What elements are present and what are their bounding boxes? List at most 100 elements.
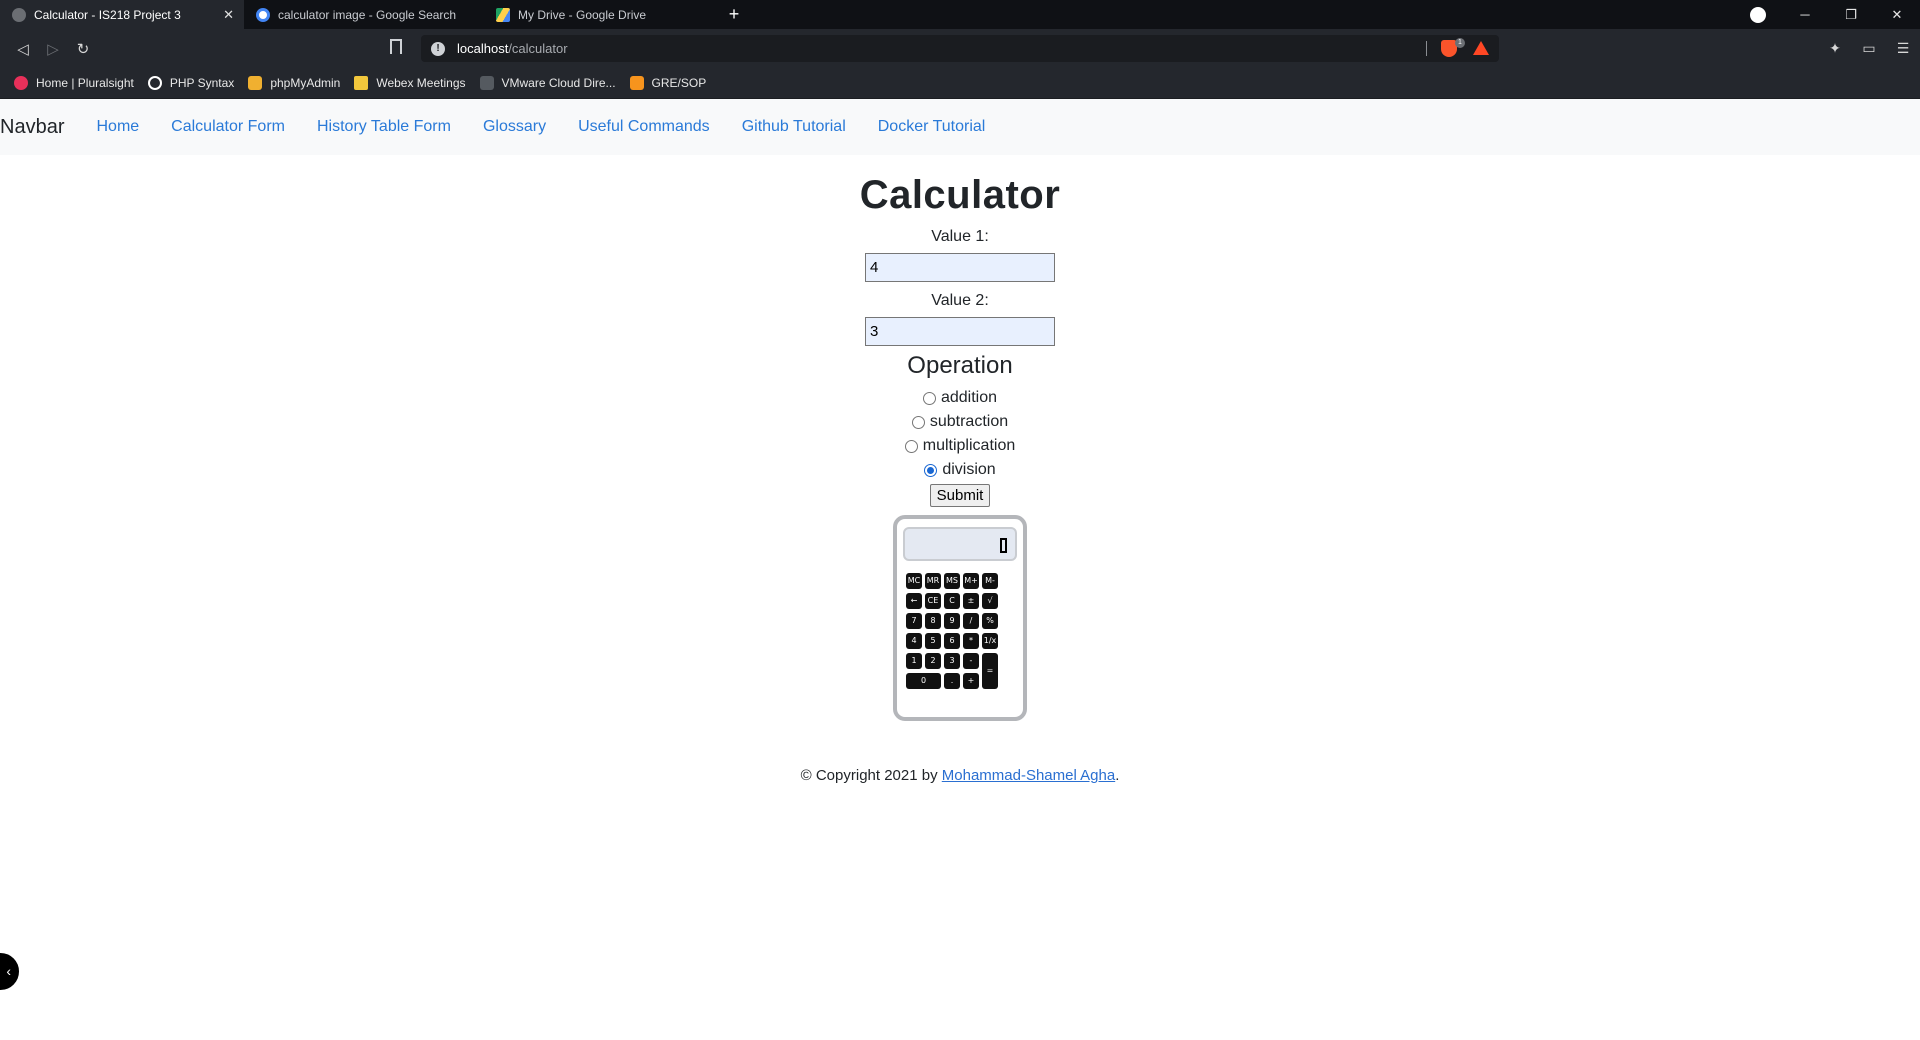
bookmark-label: VMware Cloud Dire...	[501, 76, 616, 90]
calculator-key: 4	[906, 633, 922, 649]
calculator-key: ±	[963, 593, 979, 609]
tab-calculator[interactable]: Calculator - IS218 Project 3 ✕	[0, 0, 244, 29]
calculator-key: MC	[906, 573, 922, 589]
nav-github-tutorial[interactable]: Github Tutorial	[726, 118, 862, 136]
calculator-key: 9	[944, 613, 960, 629]
shields-count-badge: 1	[1455, 38, 1465, 48]
footer: © Copyright 2021 by Mohammad-Shamel Agha…	[0, 767, 1920, 784]
calculator-key: MS	[944, 573, 960, 589]
bookmark-label: GRE/SOP	[651, 76, 707, 90]
extensions-icon[interactable]: ✦	[1818, 40, 1852, 57]
new-tab-button[interactable]: +	[720, 0, 748, 29]
radio-label: division	[942, 461, 996, 478]
copyright-text: © Copyright 2021 by	[800, 767, 942, 784]
nav-glossary[interactable]: Glossary	[467, 118, 562, 136]
tab-google-drive[interactable]: My Drive - Google Drive	[484, 0, 720, 29]
bookmark-label: Webex Meetings	[376, 76, 466, 90]
calculator-key: 2	[925, 653, 941, 669]
divider	[1426, 41, 1427, 56]
calculator-display	[903, 527, 1017, 561]
value2-input[interactable]	[865, 317, 1055, 346]
floating-chevron-button[interactable]: ‹	[0, 951, 21, 992]
calculator-key: +	[963, 673, 979, 689]
url-path: /calculator	[508, 41, 568, 56]
bookmark-site-icon	[629, 76, 644, 90]
back-icon[interactable]: ◁	[8, 40, 38, 58]
radio-button[interactable]	[904, 439, 918, 453]
site-navbar: Navbar Home Calculator Form History Tabl…	[0, 99, 1920, 155]
main-content: Calculator Value 1: Value 2: Operation a…	[0, 173, 1920, 784]
calculator-key: MR	[925, 573, 941, 589]
radio-addition[interactable]: addition	[0, 386, 1920, 410]
restore-icon[interactable]: ❐	[1828, 7, 1874, 23]
folder-icon	[354, 76, 369, 90]
calculator-key: 5	[925, 633, 941, 649]
radio-division[interactable]: division	[0, 458, 1920, 482]
minimize-icon[interactable]: ─	[1782, 7, 1828, 22]
calculator-key: -	[963, 653, 979, 669]
calculator-key: 3	[944, 653, 960, 669]
bookmark-gre-sop[interactable]: GRE/SOP	[629, 76, 707, 90]
calculator-key: =	[982, 653, 998, 689]
reload-icon[interactable]: ↻	[68, 40, 98, 58]
submit-button[interactable]: Submit	[929, 484, 991, 507]
bookmark-icon[interactable]	[390, 39, 402, 54]
site-info-icon[interactable]: !	[431, 41, 445, 56]
tab-title: calculator image - Google Search	[278, 7, 457, 22]
calculator-key: ←	[906, 593, 922, 609]
bookmark-php-syntax[interactable]: PHP Syntax	[147, 76, 235, 90]
author-link[interactable]: Mohammad-Shamel Agha	[942, 767, 1115, 784]
toolbar-right: ✦ ▭ ☰	[1818, 29, 1920, 68]
pluralsight-icon	[14, 76, 28, 90]
nav-useful-commands[interactable]: Useful Commands	[562, 118, 726, 136]
nav-docker-tutorial[interactable]: Docker Tutorial	[862, 118, 1002, 136]
calculator-key: M-	[982, 573, 998, 589]
menu-icon[interactable]: ☰	[1886, 40, 1920, 57]
bookmark-pluralsight[interactable]: Home | Pluralsight	[14, 76, 134, 90]
radio-button[interactable]	[922, 391, 936, 405]
calculator-image: MC MR MS M+ M- ← CE C ± √ 7 8 9/% 4 5 6 * 1/x 1 2 3- = 0. +	[893, 515, 1027, 721]
value1-input[interactable]	[865, 253, 1055, 282]
display-cursor	[1000, 538, 1007, 553]
tab-google-search[interactable]: calculator image - Google Search	[244, 0, 484, 29]
browser-tab-bar: Calculator - IS218 Project 3 ✕ calculato…	[0, 0, 1920, 29]
radio-subtraction[interactable]: subtraction	[0, 410, 1920, 434]
value1-label: Value 1:	[931, 228, 989, 245]
nav-calculator-form[interactable]: Calculator Form	[155, 118, 301, 136]
close-window-icon[interactable]: ✕	[1874, 7, 1920, 23]
bookmark-label: PHP Syntax	[169, 76, 235, 90]
wallet-icon[interactable]: ▭	[1852, 40, 1886, 57]
close-tab-icon[interactable]: ✕	[223, 7, 234, 23]
calculator-key: 6	[944, 633, 960, 649]
calculator-key: 1	[906, 653, 922, 669]
calculator-key: 1/x	[982, 633, 998, 649]
tab-title: My Drive - Google Drive	[518, 7, 647, 22]
bookmark-vmware[interactable]: VMware Cloud Dire...	[479, 76, 616, 90]
radio-multiplication[interactable]: multiplication	[0, 434, 1920, 458]
calculator-key: 8	[925, 613, 941, 629]
navbar-brand[interactable]: Navbar	[0, 116, 64, 139]
profile-icon[interactable]	[1750, 6, 1766, 23]
address-bar[interactable]: ! localhost/calculator 1	[421, 35, 1499, 62]
bookmark-label: phpMyAdmin	[270, 76, 341, 90]
tab-title: Calculator - IS218 Project 3	[34, 7, 181, 22]
calculator-key: √	[982, 593, 998, 609]
bookmark-phpmyadmin[interactable]: phpMyAdmin	[248, 76, 340, 90]
url-host: localhost	[457, 41, 509, 56]
calculator-key: *	[963, 633, 979, 649]
phpmyadmin-icon	[248, 76, 263, 90]
radio-button-checked[interactable]	[924, 463, 938, 477]
nav-home[interactable]: Home	[80, 118, 155, 136]
calculator-key: /	[963, 613, 979, 629]
radio-button[interactable]	[911, 415, 925, 429]
globe-icon	[12, 7, 26, 22]
circle-icon	[147, 76, 162, 90]
bookmarks-bar: Home | Pluralsight PHP Syntax phpMyAdmin…	[0, 68, 1920, 99]
bookmark-webex[interactable]: Webex Meetings	[354, 76, 466, 90]
radio-label: addition	[940, 389, 998, 406]
calculator-key: M+	[963, 573, 979, 589]
forward-icon[interactable]: ▷	[38, 40, 68, 58]
google-drive-icon	[496, 7, 510, 22]
nav-history-table-form[interactable]: History Table Form	[301, 118, 467, 136]
brave-rewards-icon[interactable]	[1473, 41, 1489, 55]
